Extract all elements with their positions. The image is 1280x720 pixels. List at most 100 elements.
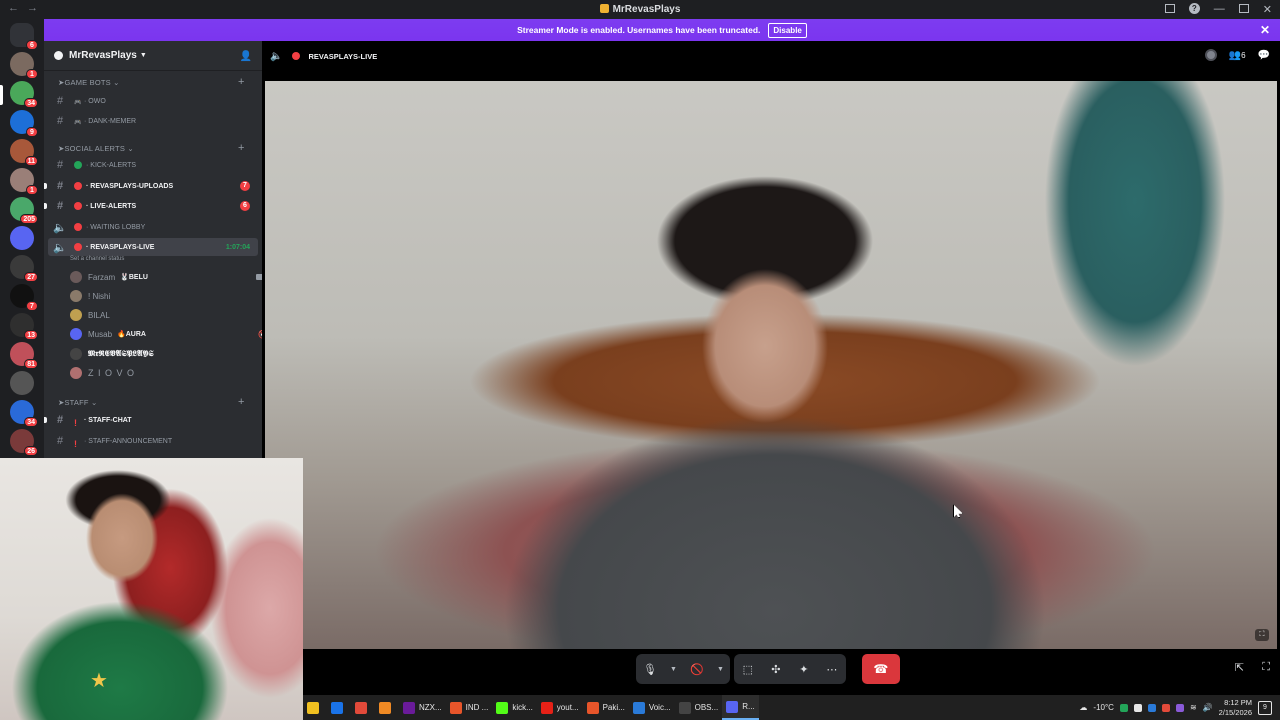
- activity-icon[interactable]: [1204, 49, 1217, 61]
- weather-icon: ☁: [1079, 703, 1088, 712]
- server-mention-badge: 13: [24, 330, 38, 340]
- taskbar-app[interactable]: Voic...: [629, 695, 675, 720]
- tray-app-icon[interactable]: [1161, 703, 1170, 712]
- channel-status-prompt[interactable]: Set a channel status: [70, 256, 124, 262]
- taskbar-app[interactable]: kick...: [492, 695, 536, 720]
- voice-user[interactable]: Musab🔥AURA🔇🎧: [70, 326, 262, 342]
- server-mention-badge: 1: [26, 69, 38, 79]
- taskbar-app[interactable]: NZX...: [399, 695, 446, 720]
- channel-item[interactable]: # 🎮 · OWO: [48, 92, 258, 110]
- taskbar-app[interactable]: R...: [722, 695, 759, 720]
- minimize-icon[interactable]: —: [1214, 3, 1225, 16]
- avatar: [70, 290, 82, 302]
- server-icon[interactable]: 6: [10, 23, 38, 50]
- server-icon[interactable]: 34: [10, 81, 38, 108]
- tray-app-icon[interactable]: [1133, 703, 1142, 712]
- voice-user[interactable]: BILAL⁄: [70, 307, 250, 323]
- channel-item[interactable]: 🔈 · REVASPLAYS-LIVE 1:07:04: [48, 238, 258, 256]
- taskbar-app[interactable]: [327, 695, 351, 720]
- alert-icon: !: [74, 418, 77, 428]
- server-icon[interactable]: [10, 226, 34, 250]
- channel-item[interactable]: #! · STAFF-ANNOUNCEMENT: [48, 432, 258, 450]
- add-channel-icon[interactable]: +: [238, 76, 245, 88]
- disable-button[interactable]: Disable: [768, 22, 807, 38]
- channel-category[interactable]: ➤STAFF ⌄ +: [58, 396, 244, 408]
- server-icon[interactable]: 13: [10, 313, 38, 340]
- server-icon[interactable]: 26: [10, 429, 38, 456]
- more-options-icon[interactable]: ⋯: [824, 663, 840, 676]
- channel-item[interactable]: 🔈 · WAITING LOBBY: [48, 218, 258, 236]
- server-icon[interactable]: 34: [10, 400, 38, 427]
- taskbar-app[interactable]: yout...: [537, 695, 583, 720]
- activities-icon[interactable]: ✣: [768, 663, 784, 676]
- mic-options-chevron-icon[interactable]: ▼: [670, 666, 677, 673]
- voice-user[interactable]: ! Nishi: [70, 288, 250, 304]
- popout-icon[interactable]: ⇱: [1235, 661, 1244, 674]
- channel-item[interactable]: # 🎮 · DANK-MEMER: [48, 112, 258, 130]
- screen-share-icon[interactable]: ⬚: [740, 663, 756, 676]
- inbox-icon[interactable]: [1164, 4, 1175, 13]
- channel-item[interactable]: # · LIVE-ALERTS 6: [44, 197, 258, 215]
- server-icon[interactable]: 81: [10, 342, 38, 369]
- voice-user[interactable]: Z I O V O: [70, 365, 250, 381]
- add-member-icon[interactable]: 👤: [240, 51, 252, 62]
- server-icon[interactable]: 11: [10, 139, 38, 166]
- text-channel-icon: #: [56, 435, 64, 447]
- close-window-icon[interactable]: ✕: [1263, 3, 1272, 16]
- add-channel-icon[interactable]: +: [238, 396, 245, 408]
- window-title-text: MrRevasPlays: [612, 4, 681, 15]
- channel-item[interactable]: #! · STAFF-CHAT: [44, 411, 258, 429]
- server-icon[interactable]: 1: [10, 168, 38, 195]
- text-channel-icon: #: [56, 159, 64, 171]
- camera-off-icon[interactable]: 🚫: [689, 663, 705, 676]
- voice-user-name: 𝕸𝖗𝕽𝕰𝖁𝕬𝕾𝕻𝕷𝕬𝖄𝕾: [88, 349, 154, 358]
- wifi-icon[interactable]: ≋: [1190, 703, 1197, 712]
- disconnect-button[interactable]: ☎: [861, 654, 900, 684]
- add-channel-icon[interactable]: +: [238, 142, 245, 154]
- channel-item[interactable]: # · KICK-ALERTS: [48, 156, 258, 174]
- chat-icon[interactable]: 💬: [1258, 50, 1270, 61]
- unread-count-badge: 7: [240, 181, 250, 191]
- stream-video[interactable]: ⛶: [265, 81, 1277, 649]
- fullscreen-icon[interactable]: ⛶: [1262, 661, 1270, 674]
- notifications-icon[interactable]: 9: [1258, 700, 1272, 715]
- tray-app-icon[interactable]: [1175, 703, 1184, 712]
- clock[interactable]: 8:12 PM 2/15/2026: [1219, 698, 1252, 718]
- voice-user[interactable]: 𝕸𝖗𝕽𝕰𝖁𝕬𝕾𝕻𝕷𝕬𝖄𝕾: [70, 346, 250, 362]
- server-icon[interactable]: 27: [10, 255, 38, 282]
- guild-header[interactable]: MrRevasPlays ▼ 👤: [44, 41, 262, 71]
- alert-icon: !: [74, 439, 77, 449]
- server-icon[interactable]: 1: [10, 52, 38, 79]
- maximize-icon[interactable]: [1238, 4, 1249, 13]
- taskbar-app[interactable]: IND ...: [446, 695, 493, 720]
- volume-icon[interactable]: 🔊: [1203, 703, 1213, 712]
- taskbar-app[interactable]: [375, 695, 399, 720]
- unread-indicator: [44, 417, 47, 423]
- expand-icon[interactable]: ⛶: [1255, 629, 1269, 641]
- speaker-icon: 🔈: [270, 50, 283, 62]
- participants-button[interactable]: 👥6: [1229, 50, 1246, 61]
- taskbar-app[interactable]: Paki...: [583, 695, 629, 720]
- tray-app-icon[interactable]: [1147, 703, 1156, 712]
- soundboard-icon[interactable]: ✦: [796, 663, 812, 676]
- server-icon[interactable]: 205: [10, 197, 38, 224]
- chevron-down-icon: ⌄: [110, 78, 120, 87]
- tray-app-icon[interactable]: [1119, 703, 1128, 712]
- taskbar-app[interactable]: [351, 695, 375, 720]
- server-icon[interactable]: 9: [10, 110, 38, 137]
- server-icon[interactable]: [10, 371, 34, 395]
- help-icon[interactable]: ?: [1188, 3, 1200, 14]
- taskbar-app[interactable]: [303, 695, 327, 720]
- channel-category[interactable]: ➤GAME BOTS ⌄ +: [58, 76, 244, 88]
- channel-category[interactable]: ➤SOCIAL ALERTS ⌄ +: [58, 142, 244, 154]
- microphone-icon[interactable]: 🎙: [642, 663, 658, 676]
- close-icon[interactable]: ✕: [1260, 23, 1270, 37]
- camera-options-chevron-icon[interactable]: ▼: [717, 666, 724, 673]
- channel-label: · REVASPLAYS-LIVE: [86, 243, 155, 251]
- taskbar-app[interactable]: OBS...: [675, 695, 723, 720]
- voice-user[interactable]: Farzam🐰BELULIVE: [70, 269, 262, 285]
- avatar: [70, 328, 82, 340]
- server-icon[interactable]: 7: [10, 284, 38, 311]
- channel-item[interactable]: # · REVASPLAYS-UPLOADS 7: [44, 177, 258, 195]
- app-icon: [586, 701, 599, 714]
